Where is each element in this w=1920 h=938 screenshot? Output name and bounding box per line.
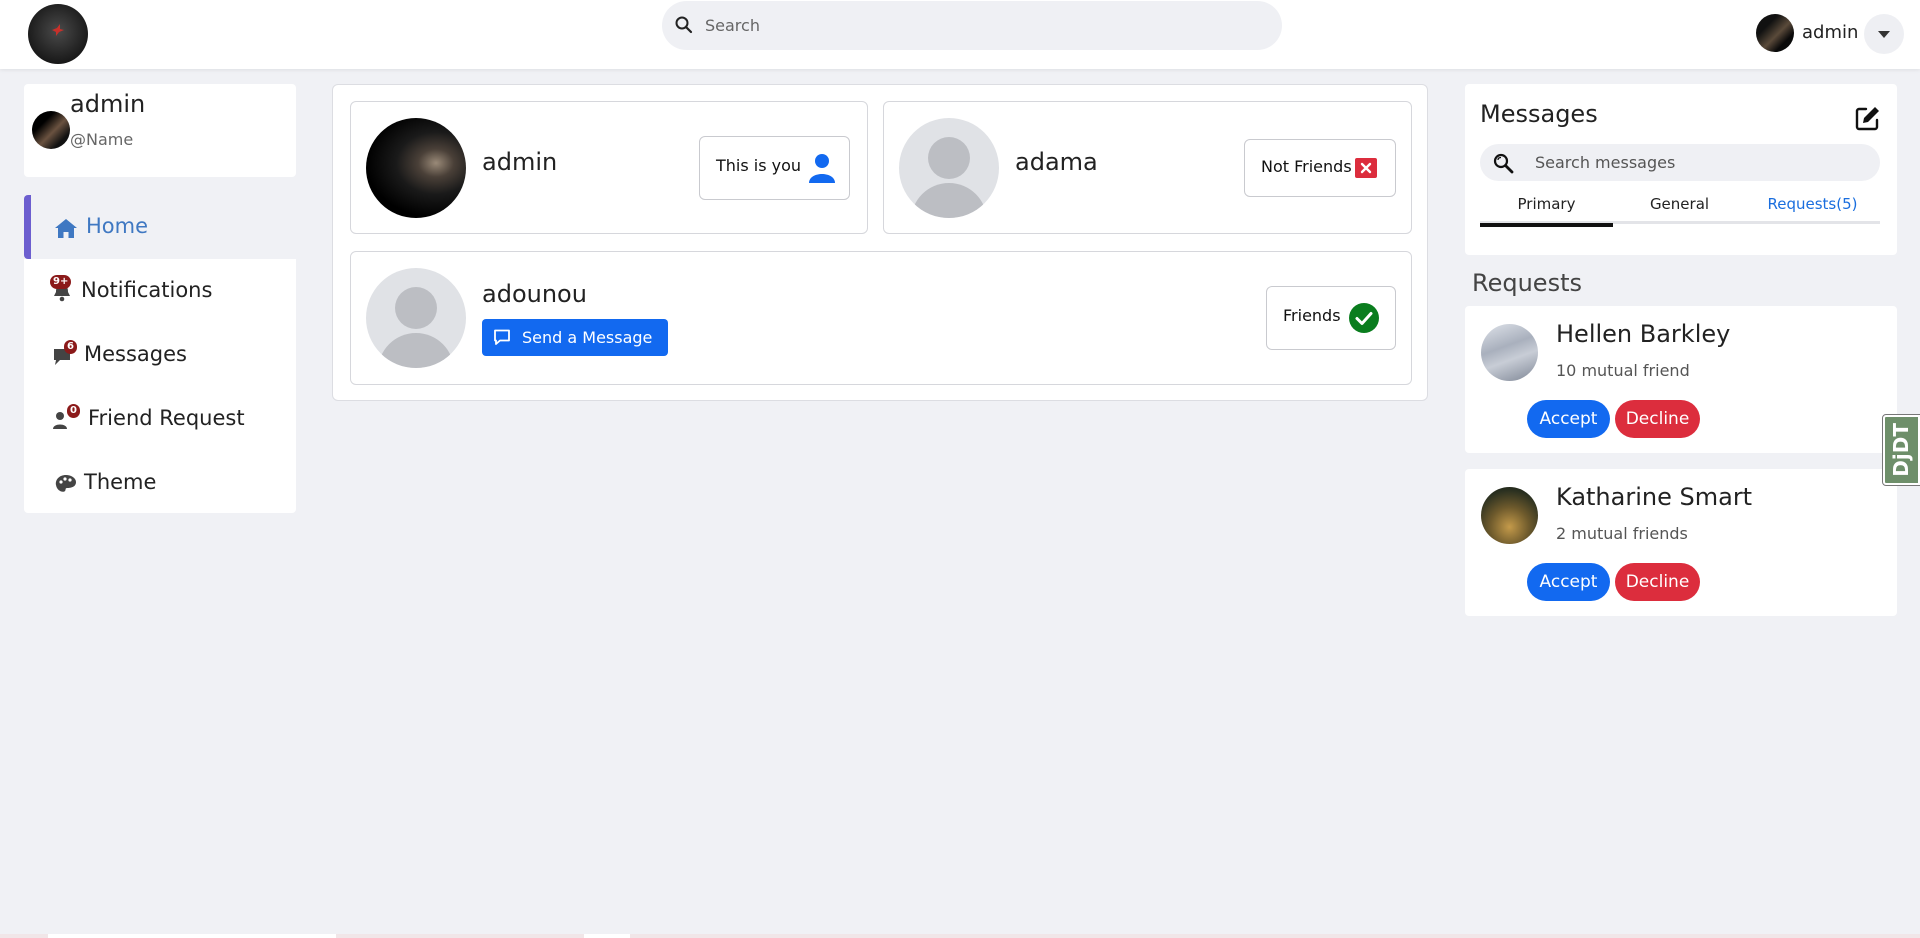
requests-heading: Requests (1472, 269, 1582, 297)
messages-panel: Messages Primary General Requests(5) (1465, 84, 1897, 255)
chevron-down-icon[interactable] (1864, 14, 1904, 54)
bottom-strip (0, 934, 1920, 938)
sidebar-item-label: Theme (84, 470, 157, 494)
profile-card[interactable]: admin @Name (24, 84, 296, 177)
users-list-panel: admin This is you adama Not Friends adou… (332, 84, 1428, 401)
debug-toolbar-handle[interactable]: DjDT (1882, 414, 1920, 486)
decline-button[interactable]: Decline (1615, 563, 1700, 601)
messages-title: Messages (1480, 100, 1598, 128)
tab-primary[interactable]: Primary (1480, 194, 1613, 227)
request-name[interactable]: Katharine Smart (1556, 483, 1752, 511)
user-name[interactable]: admin (482, 148, 557, 176)
sidebar-item-home[interactable]: Home (24, 195, 296, 259)
user-menu-name[interactable]: admin (1802, 22, 1858, 43)
sidebar-item-messages[interactable]: 6 Messages (24, 323, 296, 387)
messages-badge: 6 (64, 340, 77, 354)
request-avatar[interactable] (1481, 324, 1538, 381)
request-name[interactable]: Hellen Barkley (1556, 320, 1730, 348)
user-card-admin[interactable]: admin This is you (350, 101, 868, 234)
mutual-friends-count: 10 mutual friend (1556, 361, 1690, 380)
user-name[interactable]: adama (1015, 148, 1098, 176)
status-badge: Friends (1266, 286, 1396, 350)
sidebar-item-label: Messages (84, 342, 187, 366)
profile-avatar (32, 111, 70, 149)
bird-logo-icon (52, 24, 64, 36)
user-name[interactable]: adounou (482, 280, 587, 308)
send-message-button[interactable]: Send a Message (482, 319, 668, 356)
accept-button[interactable]: Accept (1527, 400, 1610, 438)
user-avatar[interactable] (1756, 14, 1794, 52)
status-text: Friends (1283, 306, 1341, 325)
palette-icon (55, 475, 76, 492)
decline-button[interactable]: Decline (1615, 400, 1700, 438)
user-icon (809, 154, 835, 183)
sidebar-item-label: Friend Request (88, 406, 245, 430)
search-bar[interactable] (662, 1, 1282, 50)
status-text: This is you (716, 156, 802, 175)
sidebar-nav: Home 9+ Notifications 6 Messages 0 Frien… (24, 195, 296, 513)
top-bar: admin (0, 0, 1920, 69)
request-card: Hellen Barkley 10 mutual friend Accept D… (1465, 306, 1897, 453)
site-logo[interactable] (28, 4, 88, 64)
sidebar-item-theme[interactable]: Theme (24, 451, 296, 515)
message-icon (494, 329, 510, 345)
edit-icon[interactable] (1855, 105, 1881, 131)
user-avatar[interactable] (899, 118, 999, 218)
friend-request-badge: 0 (67, 404, 80, 418)
user-card-adounou[interactable]: adounou Send a Message Friends (350, 251, 1412, 385)
sidebar-item-label: Home (86, 214, 149, 238)
tab-requests[interactable]: Requests(5) (1746, 194, 1879, 224)
message-tabs: Primary General Requests(5) (1480, 194, 1880, 227)
mutual-friends-count: 2 mutual friends (1556, 524, 1688, 543)
search-icon (1493, 153, 1514, 174)
sidebar-item-notifications[interactable]: 9+ Notifications (24, 259, 296, 323)
message-search-bar[interactable] (1480, 144, 1880, 181)
notifications-badge: 9+ (50, 275, 72, 289)
send-message-label: Send a Message (522, 328, 653, 347)
user-card-adama[interactable]: adama Not Friends (883, 101, 1412, 234)
tab-general[interactable]: General (1613, 194, 1746, 224)
profile-name: admin (70, 90, 146, 118)
user-avatar[interactable] (366, 268, 466, 368)
request-avatar[interactable] (1481, 487, 1538, 544)
check-icon (1349, 303, 1379, 333)
accept-button[interactable]: Accept (1527, 563, 1610, 601)
request-card: Katharine Smart 2 mutual friends Accept … (1465, 469, 1897, 616)
sidebar-item-label: Notifications (81, 278, 213, 302)
search-input[interactable] (705, 1, 1265, 50)
profile-handle: @Name (70, 130, 134, 149)
status-badge: This is you (699, 136, 850, 200)
message-search-input[interactable] (1535, 144, 1865, 181)
sidebar-item-friend-request[interactable]: 0 Friend Request (24, 387, 296, 451)
x-icon (1355, 158, 1377, 178)
status-text: Not Friends (1261, 157, 1352, 176)
debug-toolbar-label: DjDT (1889, 423, 1913, 477)
status-badge: Not Friends (1244, 139, 1396, 197)
search-icon (675, 16, 693, 34)
home-icon (55, 219, 77, 238)
user-avatar[interactable] (366, 118, 466, 218)
